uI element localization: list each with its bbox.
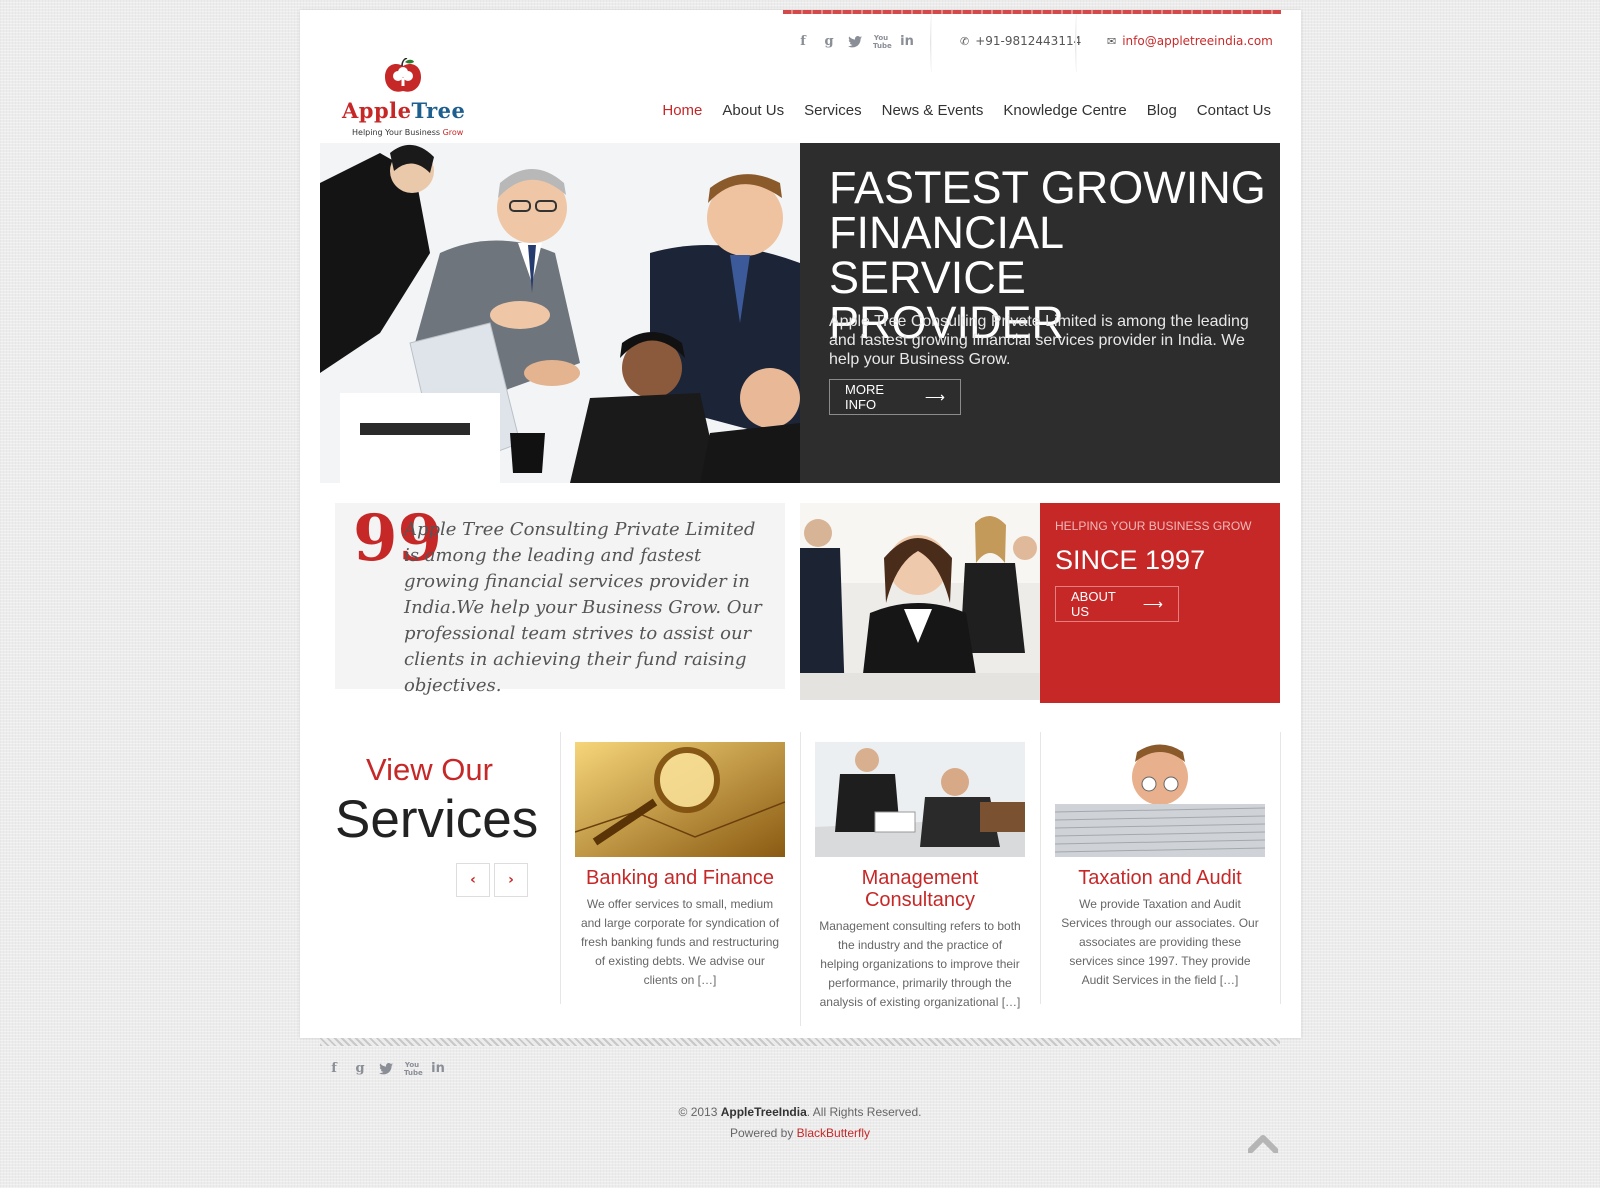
linkedin-icon[interactable]: in xyxy=(430,1059,446,1079)
back-to-top-icon[interactable] xyxy=(1248,1133,1278,1153)
envelope-icon: ✉ xyxy=(1107,35,1117,48)
hero-image xyxy=(320,143,800,483)
divider xyxy=(1040,732,1041,1004)
promo-heading: SINCE 1997 xyxy=(1055,545,1206,575)
logo[interactable]: AppleTree Helping Your Business Grow xyxy=(342,48,472,140)
logo-tagline: Helping Your Business Grow xyxy=(352,128,464,137)
service-title[interactable]: Management Consultancy xyxy=(815,867,1025,911)
facebook-icon[interactable]: f xyxy=(795,32,811,52)
services-heading-large: Services xyxy=(335,790,539,849)
contact-email[interactable]: ✉ info@appletreeindia.com xyxy=(1107,34,1273,48)
service-description: We offer services to small, medium and l… xyxy=(580,897,780,987)
nav-services[interactable]: Services xyxy=(804,102,862,119)
logo-wordmark: AppleTree xyxy=(342,98,466,123)
about-us-button[interactable]: ABOUT US ⟶ xyxy=(1055,586,1179,622)
divider xyxy=(800,732,801,1026)
header-social-links: f g You Tube in xyxy=(795,32,915,52)
hero-text: Apple Tree Consulting Private Limited is… xyxy=(829,313,1249,368)
top-accent-stripe xyxy=(783,10,1281,14)
service-card-taxation[interactable]: Taxation and Audit We provide Taxation a… xyxy=(1055,742,1265,990)
linkedin-icon[interactable]: in xyxy=(899,32,915,52)
about-us-label: ABOUT US xyxy=(1071,589,1116,619)
contact-phone[interactable]: ✆ +91-9812443114 xyxy=(960,34,1081,48)
divider xyxy=(1280,732,1281,1004)
businesswoman-image xyxy=(800,503,1040,700)
nav-news-events[interactable]: News & Events xyxy=(882,102,984,119)
nav-contact-us[interactable]: Contact Us xyxy=(1197,102,1271,119)
service-card-management[interactable]: Management Consultancy Management consul… xyxy=(815,742,1025,1012)
youtube-icon[interactable]: You Tube xyxy=(873,32,892,52)
intro-quote: 99 Apple Tree Consulting Private Limited… xyxy=(335,503,785,696)
chevron-right-icon: › xyxy=(508,872,514,888)
footer-stripe xyxy=(320,1038,1280,1046)
arrow-right-icon: ⟶ xyxy=(924,388,945,405)
service-image-banking xyxy=(575,742,785,857)
copyright: © 2013 AppleTreeIndia. All Rights Reserv… xyxy=(678,1105,922,1119)
powered-by: Powered by BlackButterfly xyxy=(729,1126,871,1140)
google-plus-icon[interactable]: g xyxy=(821,32,837,52)
nav-knowledge-centre[interactable]: Knowledge Centre xyxy=(1003,102,1126,119)
service-title[interactable]: Banking and Finance xyxy=(575,867,785,889)
divider xyxy=(1075,14,1076,72)
since-1997-panel: HELPING YOUR BUSINESS GROW SINCE 1997 AB… xyxy=(1040,503,1280,703)
service-image-management xyxy=(815,742,1025,857)
divider xyxy=(560,732,561,1004)
service-description: Management consulting refers to both the… xyxy=(819,919,1021,1009)
services-heading-small: View Our xyxy=(366,752,493,787)
divider xyxy=(930,14,931,72)
chevron-left-icon: ‹ xyxy=(470,872,476,888)
twitter-icon[interactable] xyxy=(378,1059,394,1079)
google-plus-icon[interactable]: g xyxy=(352,1059,368,1079)
service-card-banking[interactable]: Banking and Finance We offer services to… xyxy=(575,742,785,990)
phone-number: +91-9812443114 xyxy=(975,34,1082,48)
carousel-prev-button[interactable]: ‹ xyxy=(456,863,490,897)
main-navigation: Home About Us Services News & Events Kno… xyxy=(662,102,1271,119)
hero-panel: FASTEST GROWING FINANCIAL SERVICE PROVID… xyxy=(800,143,1280,483)
phone-icon: ✆ xyxy=(960,35,970,48)
email-address: info@appletreeindia.com xyxy=(1122,34,1273,48)
carousel-next-button[interactable]: › xyxy=(494,863,528,897)
more-info-label: MORE INFO xyxy=(845,382,884,412)
service-title[interactable]: Taxation and Audit xyxy=(1055,867,1265,889)
nav-blog[interactable]: Blog xyxy=(1147,102,1177,119)
service-description: We provide Taxation and Audit Services t… xyxy=(1061,897,1259,987)
footer-social-links: f g You Tube in xyxy=(326,1059,446,1079)
nav-home[interactable]: Home xyxy=(662,102,702,119)
service-image-taxation xyxy=(1055,742,1265,857)
page-container: f g You Tube in ✆ +91-9812443114 ✉ info@ap… xyxy=(300,10,1301,1038)
more-info-button[interactable]: MORE INFO ⟶ xyxy=(829,379,961,415)
promo-kicker: HELPING YOUR BUSINESS GROW xyxy=(1055,519,1252,533)
quote-text: Apple Tree Consulting Private Limited is… xyxy=(404,519,762,696)
arrow-right-icon: ⟶ xyxy=(1142,595,1163,612)
facebook-icon[interactable]: f xyxy=(326,1059,342,1079)
nav-about-us[interactable]: About Us xyxy=(722,102,784,119)
youtube-icon[interactable]: You Tube xyxy=(404,1059,423,1079)
copyright-brand: AppleTreeIndia xyxy=(720,1105,807,1119)
developer-link[interactable]: BlackButterfly xyxy=(797,1126,870,1140)
apple-logo-icon xyxy=(385,58,421,92)
twitter-icon[interactable] xyxy=(847,32,863,52)
